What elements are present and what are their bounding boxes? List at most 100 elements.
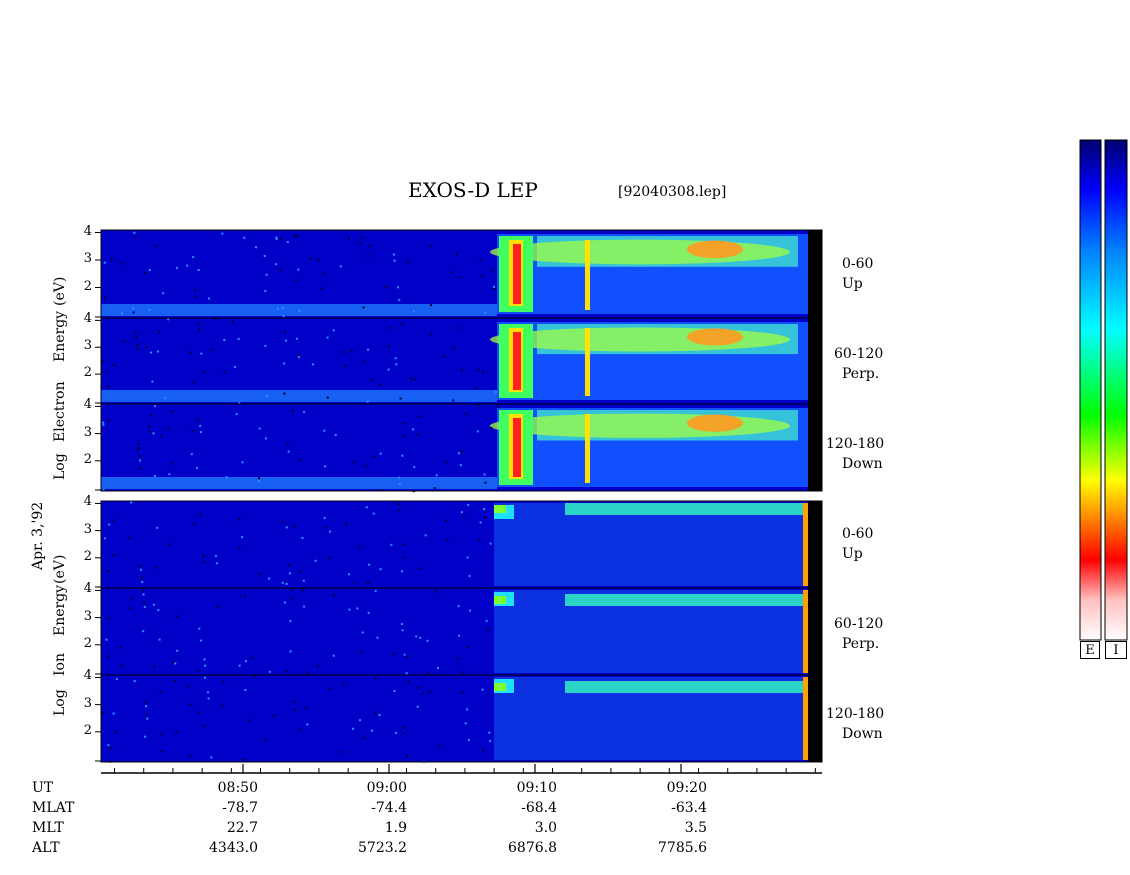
noise-speckle (388, 345, 391, 348)
noise-speckle (292, 525, 295, 528)
noise-speckle (466, 556, 469, 559)
noise-speckle (342, 351, 345, 353)
noise-speckle (488, 731, 491, 734)
noise-speckle (146, 717, 149, 720)
noise-speckle (108, 419, 111, 422)
noise-speckle (258, 477, 260, 480)
noise-speckle (200, 639, 203, 642)
ephemeris-alt-value: 5723.2 (358, 840, 407, 856)
noise-speckle (259, 572, 262, 575)
panel-dir-label: Up (842, 276, 863, 292)
noise-speckle (297, 354, 300, 357)
noise-speckle (412, 310, 415, 313)
flux-band (565, 681, 808, 693)
noise-speckle (142, 630, 145, 633)
noise-speckle (462, 515, 465, 518)
noise-speckle (128, 537, 130, 540)
noise-speckle (115, 678, 118, 681)
noise-speckle (417, 415, 420, 418)
noise-speckle (154, 405, 156, 408)
flux-band (494, 596, 506, 604)
noise-speckle (401, 629, 404, 632)
noise-speckle (334, 434, 337, 436)
y-tick-label: 3 (83, 695, 92, 711)
noise-speckle (369, 244, 372, 247)
noise-speckle (322, 272, 325, 275)
noise-speckle (251, 657, 254, 660)
noise-speckle (299, 459, 302, 461)
noise-speckle (290, 588, 293, 591)
noise-speckle (276, 307, 279, 310)
noise-speckle (401, 454, 404, 457)
noise-speckle (285, 339, 288, 342)
noise-speckle (489, 739, 492, 742)
noise-speckle (161, 750, 164, 753)
y-tick-label: 3 (83, 338, 92, 354)
noise-speckle (103, 261, 106, 264)
flux-spike (585, 414, 590, 483)
noise-speckle (374, 677, 377, 680)
noise-speckle (210, 756, 213, 759)
noise-speckle (379, 568, 382, 571)
noise-speckle (174, 662, 177, 665)
noise-speckle (460, 369, 463, 372)
noise-speckle (412, 428, 415, 431)
noise-speckle (406, 755, 409, 757)
noise-speckle (173, 680, 176, 682)
noise-speckle (435, 474, 438, 477)
noise-speckle (464, 722, 467, 725)
noise-speckle (384, 286, 387, 289)
noise-speckle (199, 513, 202, 516)
noise-speckle (156, 526, 159, 529)
noise-speckle (462, 671, 465, 674)
noise-speckle (258, 480, 260, 483)
noise-speckle (241, 536, 244, 539)
noise-speckle (281, 521, 284, 523)
y-tick-label: 3 (83, 424, 92, 440)
noise-speckle (451, 271, 454, 274)
ephemeris-mlt-value: 1.9 (384, 820, 407, 836)
noise-speckle (139, 568, 142, 571)
noise-speckle (372, 512, 375, 515)
noise-speckle (189, 351, 192, 354)
noise-speckle (292, 409, 295, 412)
noise-speckle (469, 609, 472, 612)
noise-speckle (143, 601, 146, 604)
y-tick-label: 2 (83, 278, 92, 294)
noise-speckle (326, 396, 329, 399)
flux-region (490, 413, 790, 438)
noise-speckle (222, 680, 225, 683)
noise-speckle (348, 608, 351, 611)
noise-speckle (486, 628, 489, 631)
noise-speckle (293, 700, 295, 703)
panel-dir-label: Up (842, 546, 863, 562)
noise-speckle (244, 689, 247, 691)
noise-speckle (108, 523, 111, 526)
noise-speckle (136, 348, 139, 351)
noise-speckle (215, 562, 218, 565)
noise-speckle (187, 685, 190, 688)
ephemeris-ut-value: 09:10 (516, 780, 557, 796)
colorbar-ion (1104, 139, 1128, 641)
data-gap (808, 230, 822, 318)
flux-edge (803, 590, 808, 673)
noise-speckle (452, 399, 455, 402)
noise-speckle (484, 481, 487, 484)
noise-speckle (123, 340, 126, 343)
noise-speckle (413, 378, 416, 381)
noise-speckle (102, 423, 105, 426)
flux-region (687, 240, 743, 259)
noise-speckle (145, 713, 148, 716)
y-tick-label: 4 (83, 397, 92, 413)
noise-speckle (368, 563, 371, 566)
noise-speckle (286, 442, 289, 445)
noise-speckle (356, 607, 359, 610)
noise-speckle (197, 711, 200, 714)
flux-region (490, 327, 790, 352)
noise-speckle (483, 508, 486, 511)
noise-speckle (137, 442, 140, 445)
ion-unit-label: (eV) (52, 554, 68, 584)
noise-speckle (144, 272, 147, 275)
noise-speckle (168, 473, 171, 476)
flux-band (494, 505, 506, 513)
